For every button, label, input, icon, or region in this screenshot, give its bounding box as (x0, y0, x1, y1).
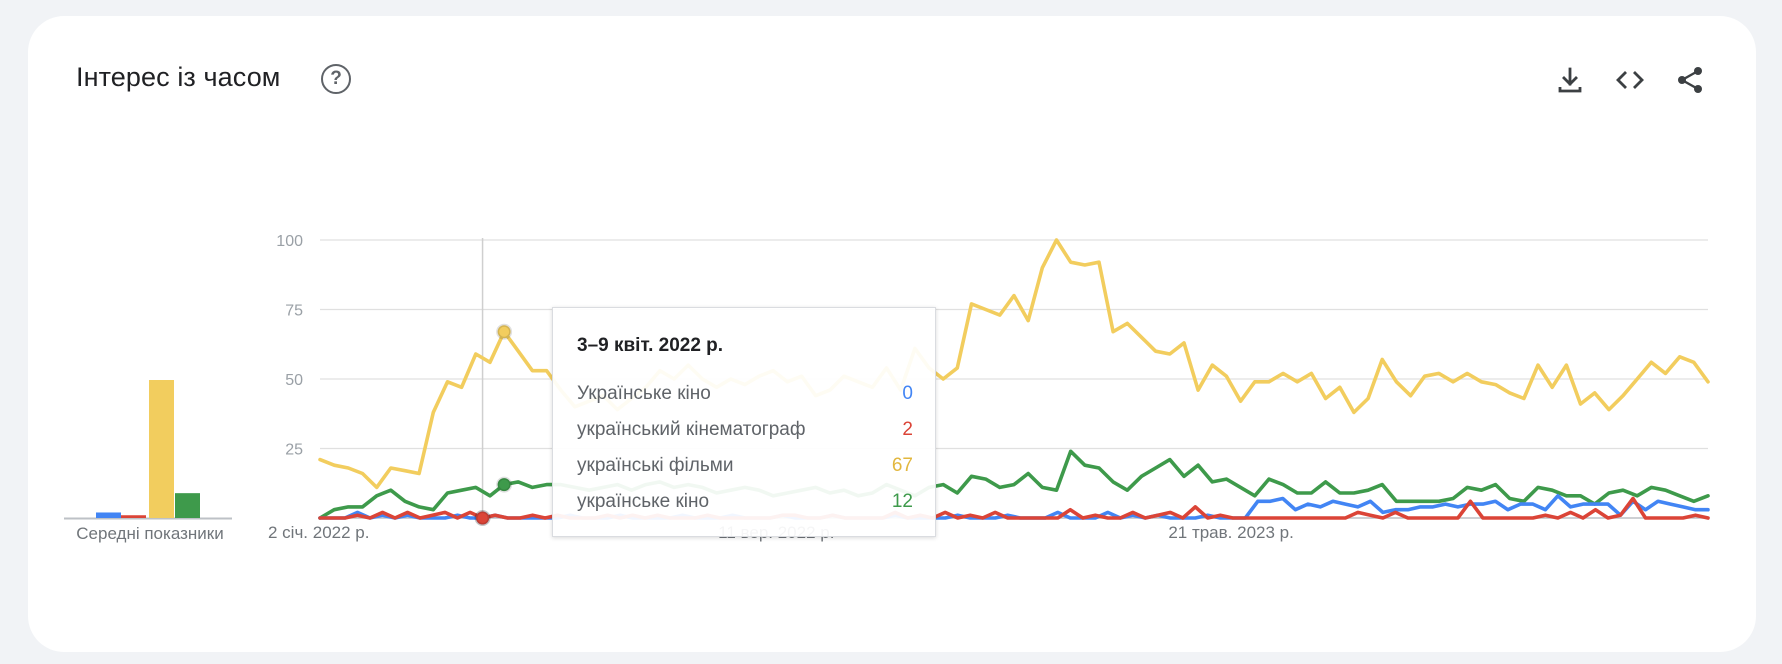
tooltip-term: Українське кіно (577, 383, 711, 404)
y-tick-label: 25 (285, 442, 303, 459)
tooltip-row: Українське кіно 0 (577, 383, 913, 409)
tooltip-date: 3–9 квіт. 2022 р. (577, 335, 724, 356)
series-line (318, 238, 1710, 490)
tooltip-value: 2 (902, 419, 913, 440)
y-tick-label: 75 (285, 303, 303, 320)
x-tick-label: 2 січ. 2022 р. (268, 523, 369, 542)
x-tick-label: 21 трав. 2023 р. (1168, 523, 1294, 542)
hover-point (474, 510, 491, 526)
hover-point (496, 476, 513, 493)
tooltip-value: 67 (891, 455, 913, 476)
y-tick-label: 50 (285, 372, 303, 389)
y-tick-label: 100 (276, 233, 303, 250)
hover-point (496, 323, 513, 340)
tooltip-row: український кінематограф 2 (577, 419, 913, 445)
chart-tooltip: 3–9 квіт. 2022 р. Українське кіно 0 укра… (552, 307, 936, 537)
series-line (318, 449, 1710, 520)
tooltip-row: українське кіно 12 (577, 491, 913, 517)
tooltip-value: 12 (891, 491, 913, 512)
tooltip-term: український кінематограф (577, 419, 806, 440)
tooltip-value: 0 (902, 383, 913, 404)
tooltip-row: українські фільми 67 (577, 455, 913, 481)
tooltip-term: українське кіно (577, 491, 710, 512)
tooltip-term: українські фільми (577, 455, 734, 476)
